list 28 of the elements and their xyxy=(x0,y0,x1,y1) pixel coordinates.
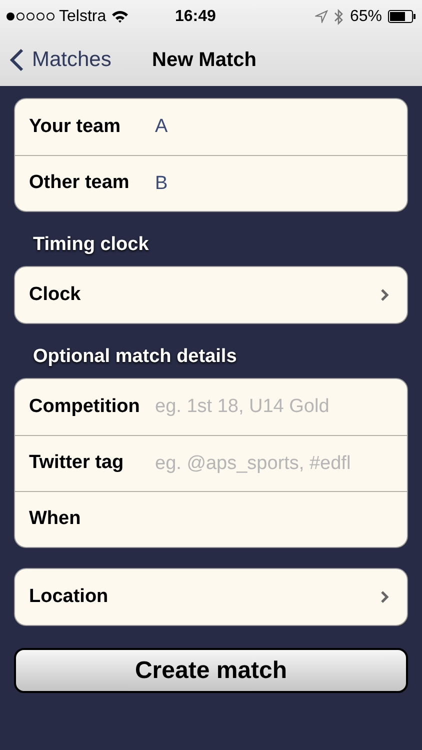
status-time: 16:49 xyxy=(175,6,216,26)
row-label: Your team xyxy=(29,114,122,139)
row-label[interactable]: Clock xyxy=(29,280,81,310)
bluetooth-icon xyxy=(334,8,344,24)
back-button[interactable]: Matches xyxy=(10,44,112,76)
row-label: When xyxy=(29,507,82,532)
row-label: Competition xyxy=(29,394,141,419)
battery-percentage: 65% xyxy=(350,6,382,26)
disclosure-row[interactable]: Clock xyxy=(15,267,407,323)
chevron-right-icon xyxy=(380,590,389,604)
location-arrow-icon xyxy=(314,10,328,23)
text-field[interactable]: eg. @aps_sports, #edfl xyxy=(155,444,389,484)
row-label: Other team xyxy=(29,171,130,196)
row-label[interactable]: Location xyxy=(29,582,108,612)
section-header: Timing clock xyxy=(32,233,150,257)
section-header: Optional match details xyxy=(32,345,238,369)
text-field[interactable]: A xyxy=(155,107,389,147)
text-field[interactable]: eg. 1st 18, U14 Gold xyxy=(155,387,389,427)
back-chevron-icon xyxy=(10,48,24,72)
battery-icon xyxy=(388,10,416,23)
text-field[interactable]: B xyxy=(155,164,389,204)
disclosure-row[interactable]: Location xyxy=(15,569,407,625)
screen-title: New Match xyxy=(152,48,256,72)
chevron-right-icon xyxy=(380,288,389,302)
carrier-name: Telstra xyxy=(59,6,106,26)
create-match-button[interactable]: Create match xyxy=(14,648,408,693)
wifi-icon xyxy=(111,10,130,23)
row-label: Twitter tag xyxy=(29,451,125,476)
